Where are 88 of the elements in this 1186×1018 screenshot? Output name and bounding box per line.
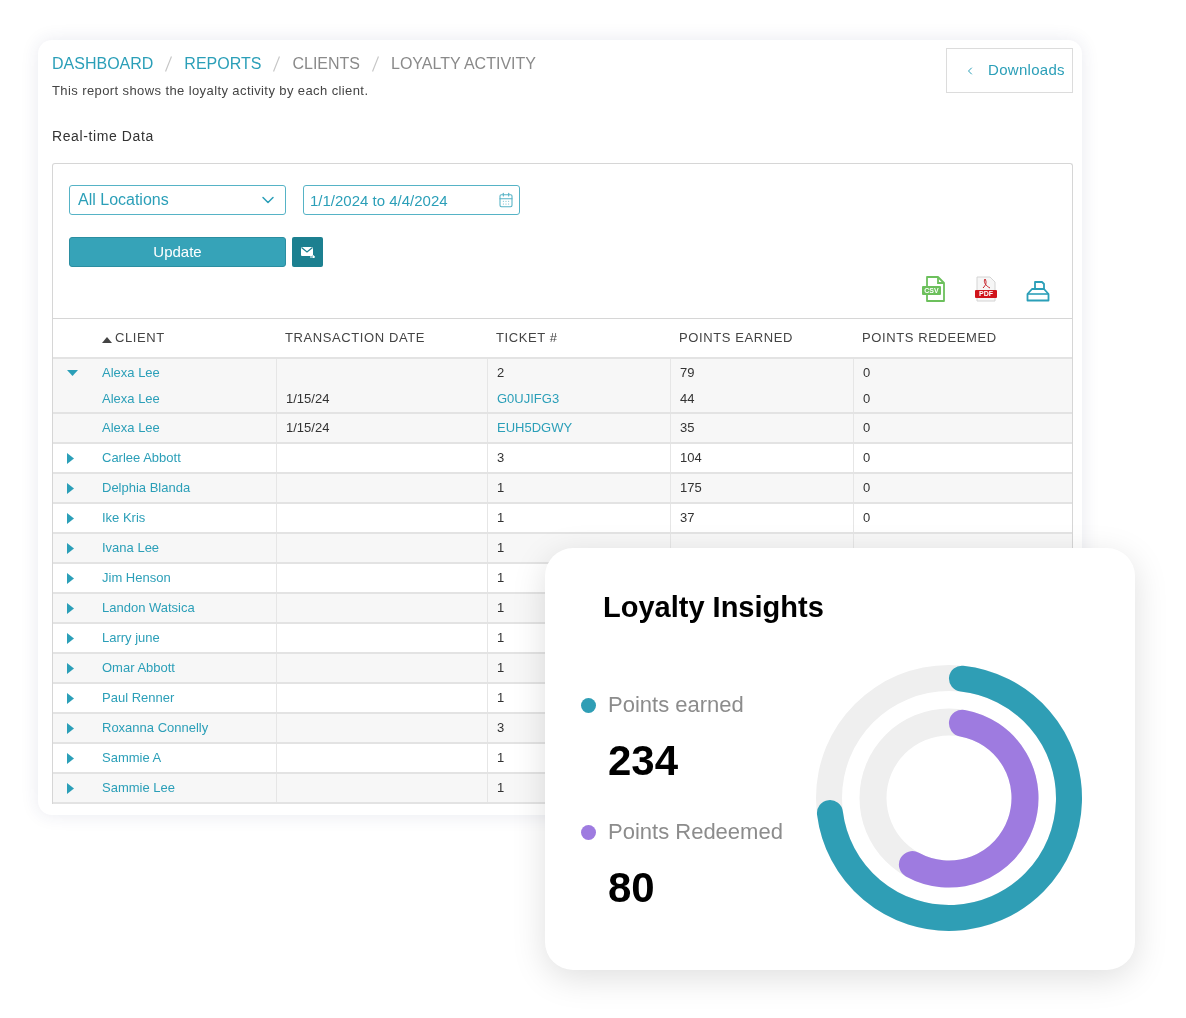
table-cell-text: 1 [497,689,505,708]
metric-value: 234 [608,737,679,785]
column-header[interactable]: TRANSACTION DATE [285,328,426,348]
caret-right-icon[interactable] [67,542,74,554]
caret-right-icon[interactable] [67,662,74,674]
printer-icon [1026,280,1050,302]
table-cell-text: 1 [497,779,505,798]
section-title: Real-time Data [52,127,154,146]
client-link[interactable]: Paul Renner [102,688,175,708]
table-cell-text: 35 [680,419,695,438]
table-cell-text: 79 [680,363,695,382]
table-cell-text: 0 [863,479,871,498]
caret-right-icon[interactable] [67,602,74,614]
report-description: This report shows the loyalty activity by each client. [52,83,369,99]
table-cell-text: 44 [680,390,695,409]
column-header[interactable]: TICKET # [496,328,558,348]
ticket-link[interactable]: G0UJIFG3 [497,389,560,409]
client-link[interactable]: Ike Kris [102,508,146,528]
file-icon [974,276,998,302]
table-cell-text: 0 [863,449,871,468]
column-header[interactable]: CLIENT [115,328,165,348]
table-cell-text: 1 [497,599,505,618]
envelope-icon [300,246,315,258]
sort-up-icon[interactable] [102,336,112,343]
caret-right-icon[interactable] [67,452,74,464]
caret-right-icon[interactable] [67,782,74,794]
client-link[interactable]: Ivana Lee [102,538,160,558]
column-header[interactable]: POINTS REDEEMED [862,328,997,348]
client-link[interactable]: Alexa Lee [102,362,160,383]
slash-icon [273,56,281,72]
table-cell-text: 104 [680,449,702,468]
downloads-button[interactable]: Downloads [946,48,1073,93]
table-cell-text: 37 [680,509,695,528]
client-link[interactable]: Sammie Lee [102,778,175,798]
legend-label: Points Redeemed [608,818,783,846]
caret-right-icon[interactable] [67,632,74,644]
caret-right-icon[interactable] [67,692,74,704]
caret-right-icon[interactable] [67,722,74,734]
caret-right-icon[interactable] [67,572,74,584]
client-link[interactable]: Landon Watsica [102,598,195,618]
email-button[interactable] [292,237,323,267]
metric-value: 80 [608,864,655,912]
table-cell-text: 3 [497,719,505,738]
breadcrumb-link[interactable]: REPORTS [184,54,262,74]
date-range-field[interactable]: 1/1/2024 to 4/4/2024 [303,185,520,215]
table-cell-text: 1 [497,659,505,678]
column-header[interactable]: POINTS EARNED [679,328,793,348]
table-cell-text: 0 [863,509,871,528]
table-cell-text: 1 [497,749,505,768]
client-link[interactable]: Omar Abbott [102,658,175,678]
legend-label: Points earned [608,691,744,719]
table-cell-text: 0 [863,390,871,409]
file-icon [922,276,946,302]
print-button[interactable] [1026,280,1050,302]
breadcrumb-item: LOYALTY ACTIVITY [391,54,536,74]
table-cell-text: 1 [497,629,505,648]
client-link[interactable]: Larry june [102,628,160,648]
table-cell-text: 1/15/24 [286,419,330,438]
slash-icon [165,56,173,72]
table-cell-text: 1 [497,509,505,528]
client-link[interactable]: Alexa Lee [102,389,160,409]
client-link[interactable]: Delphia Blanda [102,478,191,498]
client-link[interactable]: Roxanna Connelly [102,718,209,738]
calendar-icon[interactable] [498,192,514,208]
client-link[interactable]: Jim Henson [102,568,171,588]
client-link[interactable]: Sammie A [102,748,162,768]
update-button[interactable]: Update [69,237,286,267]
table-cell-text: 1 [497,569,505,588]
table-cell-text: 0 [863,419,871,438]
table-cell-text: 0 [863,363,871,382]
slash-icon [372,56,379,72]
table-cell-text: 3 [497,449,505,468]
ticket-link[interactable]: EUH5DGWY [497,418,573,438]
location-select[interactable]: All Locations [69,185,286,215]
table-cell-text: 1 [497,539,505,558]
caret-right-icon[interactable] [67,482,74,494]
client-link[interactable]: Alexa Lee [102,418,160,438]
breadcrumb-item: CLIENTS [292,54,360,74]
table-cell-text: 1/15/24 [286,390,330,409]
client-link[interactable]: Carlee Abbott [102,448,181,468]
breadcrumb-link[interactable]: DASHBOARD [52,54,154,74]
caret-down-icon[interactable] [67,369,78,376]
caret-right-icon[interactable] [67,752,74,764]
table-cell-text: 1 [497,479,505,498]
table-cell-text: 2 [497,363,505,382]
card-title: Loyalty Insights [603,590,824,624]
table-cell-text: 175 [680,479,702,498]
caret-right-icon[interactable] [67,512,74,524]
